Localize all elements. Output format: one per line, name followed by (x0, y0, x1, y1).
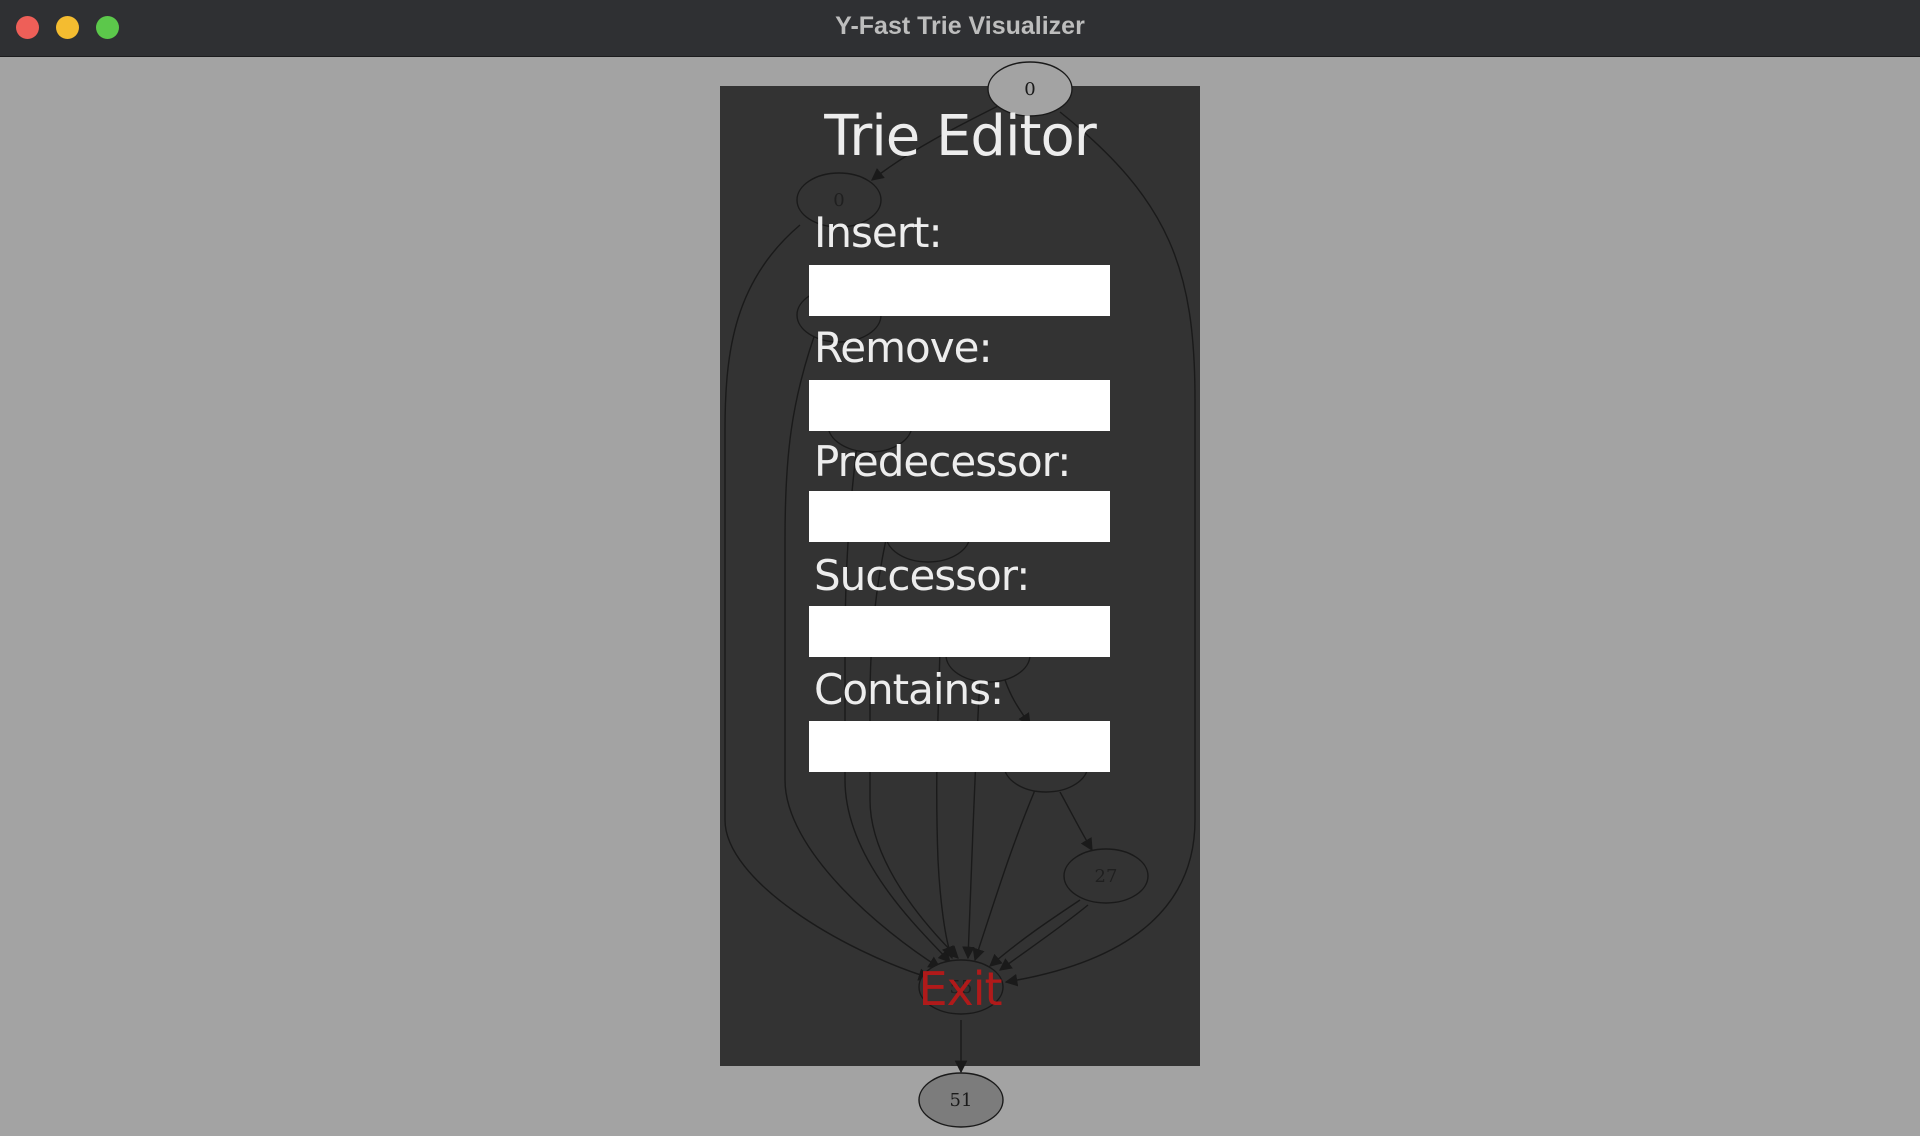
contains-input[interactable] (809, 721, 1110, 772)
node-27-label: 27 (1095, 866, 1118, 887)
app-window: Y-Fast Trie Visualizer 0 0 27 55 51 Trie… (0, 0, 1920, 1136)
editor-title: Trie Editor (824, 104, 1097, 169)
exit-button[interactable]: Exit (880, 962, 1040, 1016)
insert-input[interactable] (809, 265, 1110, 316)
predecessor-input[interactable] (809, 491, 1110, 542)
node-51-label: 51 (950, 1090, 973, 1111)
node-root-label: 0 (1024, 79, 1035, 100)
insert-label: Insert: (814, 208, 943, 257)
remove-label: Remove: (814, 323, 993, 372)
successor-label: Successor: (814, 551, 1030, 600)
predecessor-label: Predecessor: (814, 437, 1071, 486)
remove-input[interactable] (809, 380, 1110, 431)
successor-input[interactable] (809, 606, 1110, 657)
contains-label: Contains: (814, 665, 1004, 714)
